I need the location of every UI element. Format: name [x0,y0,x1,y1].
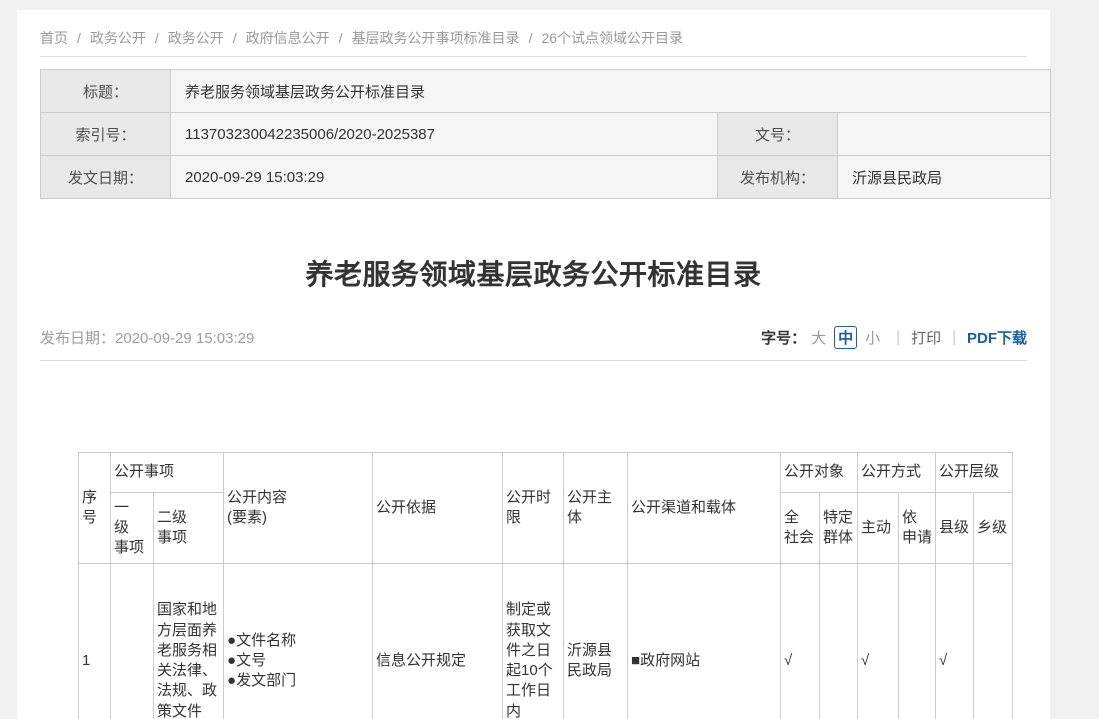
breadcrumb-separator: / [529,30,533,46]
col-header-audience: 公开对象 [781,453,858,493]
meta-row-date: 发文日期： 2020-09-29 15:03:29 发布机构： 沂源县民政局 [41,156,1051,199]
col-header-township-level: 乡级 [974,493,1013,564]
article-divider [40,360,1027,361]
cell-subject: 沂源县民政局 [564,564,628,719]
breadcrumb-item-zhengwu-1[interactable]: 政务公开 [90,30,146,46]
meta-agency-value: 沂源县民政局 [838,156,1051,199]
breadcrumb-separator: / [339,30,343,46]
page-title: 养老服务领域基层政务公开标准目录 [17,253,1050,293]
control-separator: | [952,329,956,346]
font-size-medium-button[interactable]: 中 [834,326,857,349]
meta-index-label: 索引号： [41,113,171,156]
meta-docnum-value [838,113,1051,156]
col-header-county-level: 县级 [936,493,974,564]
col-header-serial: 序号 [79,453,111,564]
breadcrumb-divider [40,56,1027,57]
breadcrumb-item-zhengwu-2[interactable]: 政务公开 [168,30,224,46]
cell-county-level: √ [936,564,974,719]
col-header-whole-society: 全 社会 [781,493,820,564]
col-header-subject: 公开主体 [564,453,628,564]
col-header-proactive: 主动 [858,493,899,564]
cell-basis: 信息公开规定 [373,564,503,719]
cell-time-limit: 制定或获取文件之日起10个工作日内 [503,564,564,719]
breadcrumb-item-pilot-catalog[interactable]: 26个试点领域公开目录 [541,30,683,46]
meta-index-value: 113703230042235006/2020-2025387 [171,113,718,156]
col-header-level: 公开层级 [936,453,1013,493]
control-separator: | [896,329,900,346]
meta-date-label: 发文日期： [41,156,171,199]
publish-date: 发布日期：2020-09-29 15:03:29 [40,327,254,348]
meta-title-value: 养老服务领域基层政务公开标准目录 [171,70,1051,113]
col-header-basis: 公开依据 [373,453,503,564]
article-controls: 字号： 大 中 小 | 打印 | PDF下载 [761,326,1027,349]
table-header-row-1: 序号 公开事项 公开内容 (要素) 公开依据 公开时限 公开主体 公开渠道和载体… [79,453,1013,493]
cell-specific-groups [820,564,858,719]
publish-date-label: 发布日期： [40,330,115,347]
pdf-download-button[interactable]: PDF下载 [967,327,1027,348]
col-header-level2-item: 二级 事项 [154,493,224,564]
breadcrumb-separator: / [155,30,159,46]
font-size-large-button[interactable]: 大 [811,327,826,348]
cell-serial: 1 [79,564,111,719]
col-header-level1-item: 一 级 事项 [111,493,154,564]
cell-proactive: √ [858,564,899,719]
col-header-channel: 公开渠道和载体 [628,453,781,564]
publish-date-value: 2020-09-29 15:03:29 [115,330,254,347]
print-button[interactable]: 打印 [911,327,941,348]
breadcrumb-item-standard-catalog[interactable]: 基层政务公开事项标准目录 [352,30,520,46]
meta-title-label: 标题： [41,70,171,113]
font-size-small-button[interactable]: 小 [865,327,880,348]
col-header-on-request: 依 申请 [899,493,936,564]
cell-township-level [974,564,1013,719]
content-card: 首页 / 政务公开 / 政务公开 / 政府信息公开 / 基层政务公开事项标准目录 / 26个试点领域… [17,10,1050,719]
cell-level2-item: 国家和地方层面养老服务相关法律、法规、政策文件 [154,564,224,719]
meta-docnum-label: 文号： [718,113,838,156]
document-meta-table: 标题： 养老服务领域基层政务公开标准目录 索引号： 11370323004223… [40,69,1051,199]
breadcrumb-separator: / [233,30,237,46]
col-header-content: 公开内容 (要素) [224,453,373,564]
breadcrumb: 首页 / 政务公开 / 政务公开 / 政府信息公开 / 基层政务公开事项标准目录 / 26个试点领域… [40,28,1027,48]
col-header-disclosure-items: 公开事项 [111,453,224,493]
col-header-method: 公开方式 [858,453,936,493]
meta-row-title: 标题： 养老服务领域基层政务公开标准目录 [41,70,1051,113]
col-header-time-limit: 公开时限 [503,453,564,564]
breadcrumb-item-home[interactable]: 首页 [40,30,68,46]
cell-whole-society: √ [781,564,820,719]
meta-row-index: 索引号： 113703230042235006/2020-2025387 文号： [41,113,1051,156]
cell-content: ●文件名称 ●文号 ●发文部门 [224,564,373,719]
cell-on-request [899,564,936,719]
meta-agency-label: 发布机构： [718,156,838,199]
meta-date-value: 2020-09-29 15:03:29 [171,156,718,199]
cell-level1-item [111,564,154,719]
cell-channel: ■政府网站 [628,564,781,719]
page: 首页 / 政务公开 / 政务公开 / 政府信息公开 / 基层政务公开事项标准目录 / 26个试点领域… [0,0,1099,719]
publish-info-row: 发布日期：2020-09-29 15:03:29 字号： 大 中 小 | 打印 … [40,325,1027,349]
breadcrumb-separator: / [77,30,81,46]
col-header-specific-groups: 特定 群体 [820,493,858,564]
breadcrumb-item-gov-info[interactable]: 政府信息公开 [246,30,330,46]
standards-catalog-table: 序号 公开事项 公开内容 (要素) 公开依据 公开时限 公开主体 公开渠道和载体… [78,452,1013,719]
table-row: 1 国家和地方层面养老服务相关法律、法规、政策文件 ●文件名称 ●文号 ●发文部… [79,564,1013,719]
font-size-label: 字号： [761,327,806,348]
